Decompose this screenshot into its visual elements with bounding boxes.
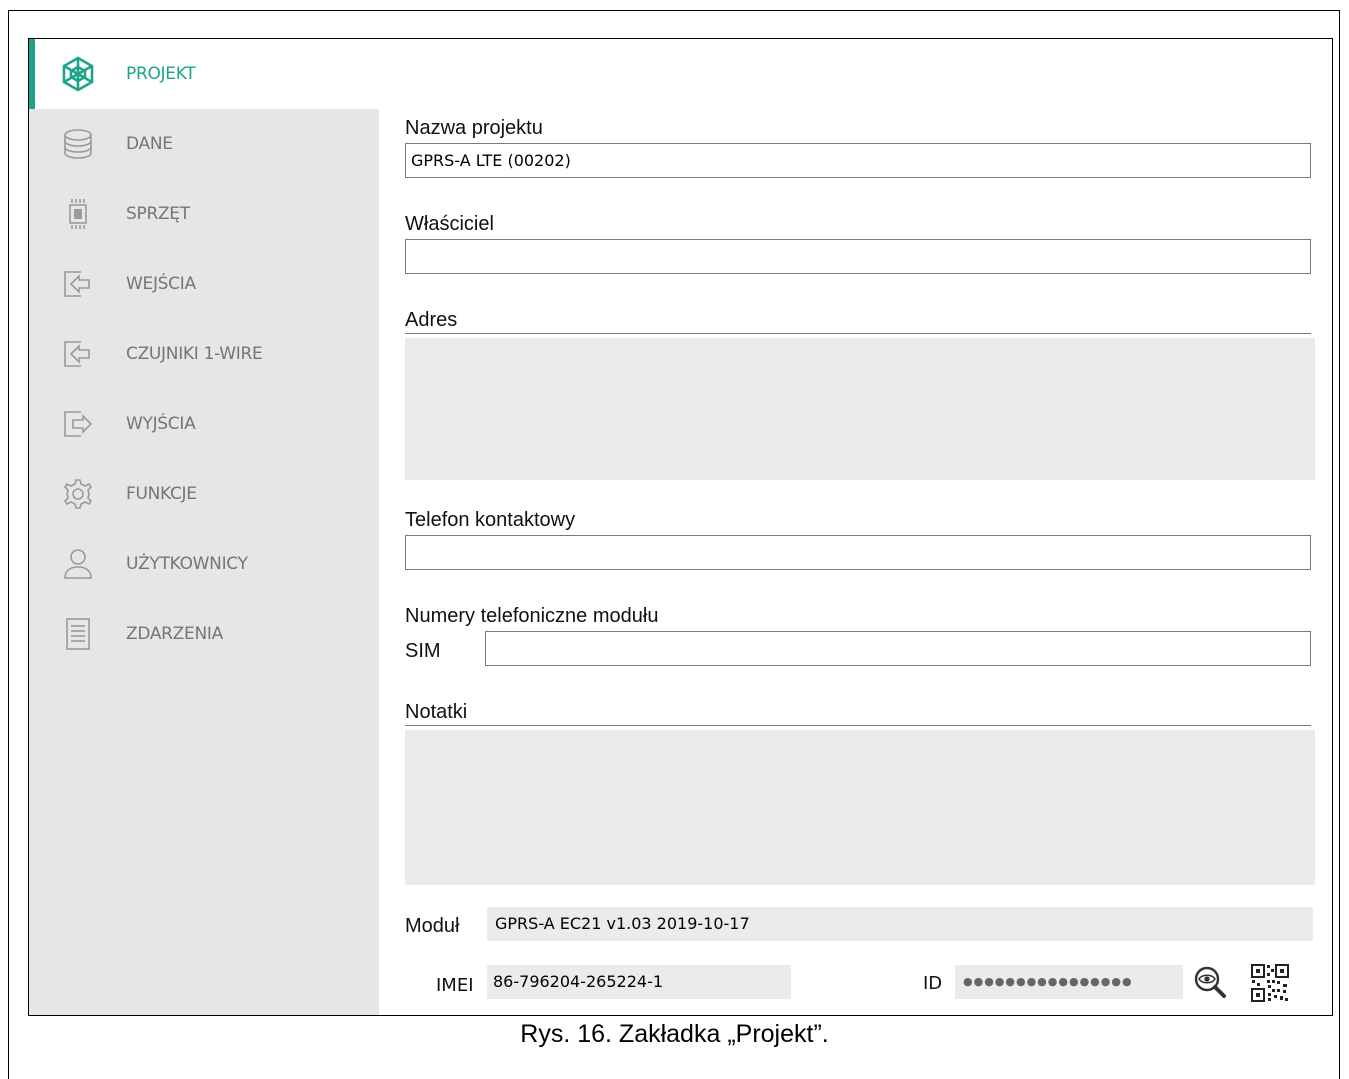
owner-label: Właściciel — [405, 213, 494, 235]
output-icon — [61, 406, 95, 442]
gear-icon — [61, 476, 95, 512]
address-label: Adres — [405, 309, 458, 331]
sidebar-item-label: ZDARZENIA — [126, 624, 223, 644]
input-icon — [61, 266, 95, 302]
user-icon — [61, 546, 95, 582]
project-form: Nazwa projektu Właściciel Adres Telefon … — [379, 39, 1332, 1015]
database-icon — [61, 126, 95, 162]
active-indicator — [29, 39, 35, 109]
project-name-input[interactable] — [405, 143, 1311, 178]
document-icon — [61, 616, 95, 652]
imei-label: IMEI — [436, 975, 474, 996]
sidebar-item-sprzet[interactable]: SPRZĘT — [29, 179, 379, 249]
contact-phone-input[interactable] — [405, 535, 1311, 570]
sidebar-item-label: DANE — [126, 134, 173, 154]
sidebar-item-dane[interactable]: DANE — [29, 109, 379, 179]
sidebar-item-label: PROJEKT — [126, 64, 196, 84]
project-name-label: Nazwa projektu — [405, 117, 543, 139]
contact-phone-label: Telefon kontaktowy — [405, 509, 576, 531]
id-masked-value: ●●●●●●●●●●●●●●●● — [955, 965, 1183, 999]
module-numbers-label: Numery telefoniczne modułu — [405, 605, 659, 627]
qr-code-icon[interactable] — [1250, 963, 1290, 1003]
sidebar-item-label: FUNKCJE — [126, 484, 197, 504]
notes-textarea[interactable] — [405, 730, 1315, 885]
sim-label: SIM — [405, 640, 441, 662]
sidebar-item-label: UŻYTKOWNICY — [126, 554, 248, 574]
notes-divider — [405, 725, 1311, 726]
imei-value: 86-796204-265224-1 — [487, 965, 791, 999]
sidebar: PROJEKT DANE SPRZĘT WEJŚCIA CZUJNIKI 1-W… — [29, 39, 379, 1015]
sidebar-item-label: WEJŚCIA — [126, 274, 196, 294]
sidebar-item-projekt[interactable]: PROJEKT — [29, 39, 379, 109]
chip-icon — [61, 196, 95, 232]
sidebar-item-uzytkownicy[interactable]: UŻYTKOWNICY — [29, 529, 379, 599]
project-logo-icon — [61, 56, 95, 92]
sidebar-item-wejscia[interactable]: WEJŚCIA — [29, 249, 379, 319]
id-label: ID — [923, 973, 943, 994]
sim-number-input[interactable] — [485, 631, 1311, 666]
owner-input[interactable] — [405, 239, 1311, 274]
figure-caption: Rys. 16. Zakładka „Projekt”. — [520, 1020, 829, 1048]
address-textarea[interactable] — [405, 338, 1315, 480]
module-value: GPRS-A EC21 v1.03 2019-10-17 — [487, 907, 1313, 941]
address-divider — [405, 333, 1311, 334]
sidebar-item-label: SPRZĘT — [126, 204, 190, 224]
sidebar-item-zdarzenia[interactable]: ZDARZENIA — [29, 599, 379, 669]
sidebar-item-label: CZUJNIKI 1-WIRE — [126, 344, 263, 364]
show-id-eye-magnifier-icon[interactable] — [1193, 965, 1227, 999]
sidebar-item-wyjscia[interactable]: WYJŚCIA — [29, 389, 379, 459]
notes-label: Notatki — [405, 701, 468, 723]
sidebar-item-funkcje[interactable]: FUNKCJE — [29, 459, 379, 529]
module-label: Moduł — [405, 915, 460, 937]
sidebar-item-czujniki-1-wire[interactable]: CZUJNIKI 1-WIRE — [29, 319, 379, 389]
sidebar-item-label: WYJŚCIA — [126, 414, 196, 434]
app-window: PROJEKT DANE SPRZĘT WEJŚCIA CZUJNIKI 1-W… — [28, 38, 1333, 1016]
sensor-input-icon — [61, 336, 95, 372]
